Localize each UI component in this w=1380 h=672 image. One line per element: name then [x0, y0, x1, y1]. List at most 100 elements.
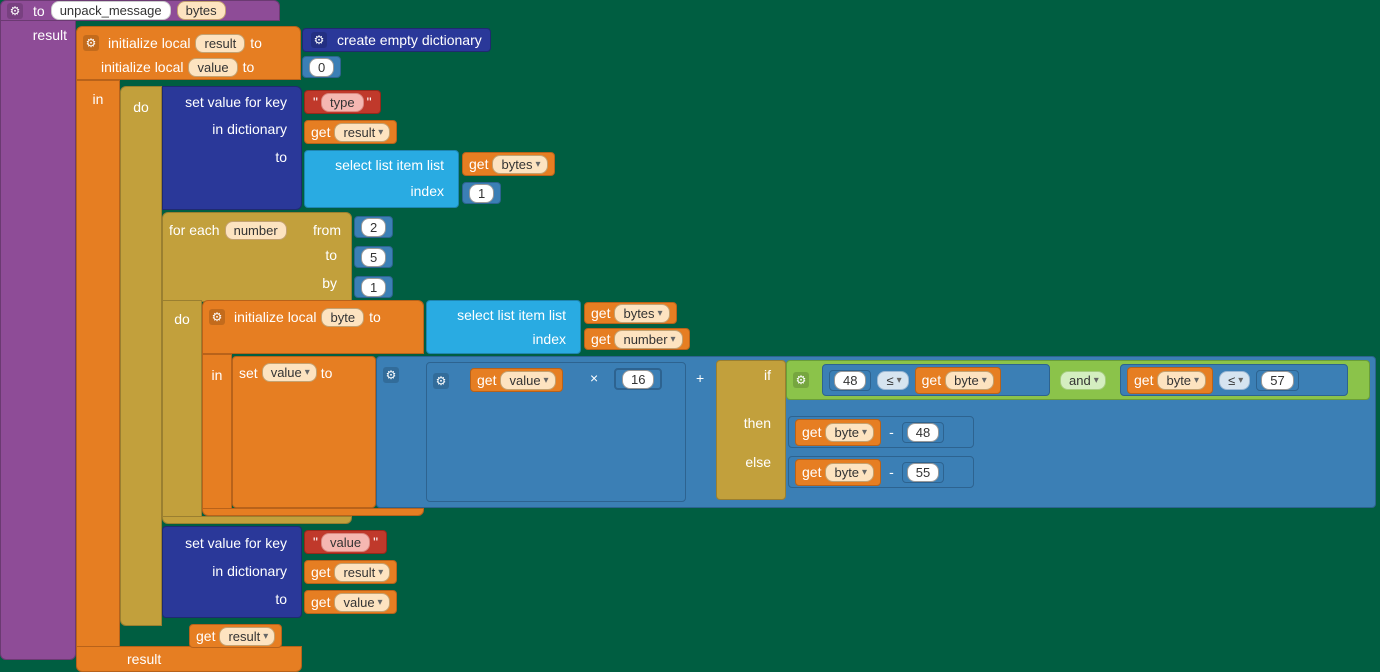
get-label: get [311, 124, 330, 140]
to-label2: to [243, 59, 255, 75]
num-1[interactable]: 1 [462, 182, 501, 204]
plus-sym: + [696, 370, 704, 386]
set-key-value[interactable]: set value for key in dictionary to [162, 526, 302, 618]
get-label: get [591, 305, 610, 321]
set-value[interactable]: set value to [232, 356, 376, 508]
minus2: - [889, 464, 894, 480]
create-dict-label: create empty dictionary [337, 32, 482, 48]
gear-icon[interactable] [793, 372, 809, 388]
from-label: from [313, 222, 345, 238]
result-dd2[interactable]: result [334, 563, 390, 582]
foreach-header[interactable]: for each number from to by [162, 212, 352, 302]
cmp-left[interactable]: 48 ≤ getbyte [822, 364, 1050, 396]
var-value[interactable]: value [188, 58, 237, 77]
n48b[interactable]: 48 [907, 423, 939, 442]
gear-icon[interactable] [7, 3, 23, 19]
init-local-block[interactable]: initialize local result to initialize lo… [76, 26, 301, 80]
string-value[interactable]: " value " [304, 530, 387, 554]
to-label: to [250, 35, 262, 51]
get-value-2[interactable]: get value [304, 590, 397, 614]
value-dd3[interactable]: value [334, 593, 389, 612]
value-dd2[interactable]: value [500, 371, 555, 390]
byte-var[interactable]: byte [321, 308, 364, 327]
result-dd[interactable]: result [334, 123, 390, 142]
arg-bytes[interactable]: bytes [177, 1, 226, 20]
string-type[interactable]: " type " [304, 90, 381, 114]
get-result-1[interactable]: get result [304, 120, 397, 144]
number-dd[interactable]: number [614, 330, 682, 349]
bytes-dd[interactable]: bytes [492, 155, 547, 174]
init-byte[interactable]: initialize local byte to [202, 300, 424, 354]
gear-icon[interactable] [311, 32, 327, 48]
to-label-f: to [169, 587, 295, 615]
do-label2: do [174, 311, 190, 327]
gear-icon[interactable] [83, 35, 99, 51]
indict-label2: in dictionary [169, 559, 295, 587]
value-text[interactable]: value [321, 533, 370, 552]
to-label: to [169, 145, 295, 201]
then-expr[interactable]: getbyte - 48 [788, 416, 974, 448]
sixteen[interactable]: 16 [622, 370, 654, 389]
num-16[interactable]: 16 [614, 368, 662, 390]
num-2[interactable]: 2 [354, 216, 393, 238]
setto-label: to [321, 365, 333, 381]
set-label: set [239, 365, 258, 381]
get-byte-c[interactable]: getbyte [795, 419, 881, 446]
result-dd[interactable]: result [219, 627, 275, 646]
init-local-label2: initialize local [101, 59, 183, 75]
select-label2: select list item list [433, 304, 574, 328]
two[interactable]: 2 [361, 218, 386, 237]
get-byte-b[interactable]: getbyte [1127, 367, 1213, 394]
gear-icon[interactable] [433, 373, 449, 389]
times-sym: × [590, 370, 598, 386]
get-byte-d[interactable]: getbyte [795, 459, 881, 486]
lte-dd2[interactable]: ≤ [1219, 371, 1250, 390]
get-bytes-2[interactable]: get bytes [584, 302, 677, 324]
select-list-2[interactable]: select list item list index [426, 300, 581, 354]
cmp-right[interactable]: getbyte ≤ 57 [1120, 364, 1348, 396]
set-key-type[interactable]: set value for key in dictionary to [162, 86, 302, 210]
five[interactable]: 5 [361, 248, 386, 267]
get-result-final[interactable]: get result [189, 624, 282, 648]
lte-dd[interactable]: ≤ [877, 371, 908, 390]
to-label: to [369, 309, 381, 325]
type-text[interactable]: type [321, 93, 364, 112]
num-zero[interactable]: 0 [302, 56, 341, 78]
get-bytes-1[interactable]: get bytes [462, 152, 555, 176]
and-label: and [1060, 371, 1106, 390]
to-label: to [33, 3, 45, 19]
get-number[interactable]: get number [584, 328, 690, 350]
proc-header[interactable]: to unpack_message bytes [0, 0, 280, 21]
one-b[interactable]: 1 [361, 278, 386, 297]
get-value[interactable]: get value [470, 368, 563, 392]
index-label2: index [433, 328, 574, 352]
n57[interactable]: 57 [1261, 371, 1293, 390]
create-dict[interactable]: create empty dictionary [302, 28, 491, 52]
number-var[interactable]: number [225, 221, 287, 240]
var-result[interactable]: result [195, 34, 245, 53]
value-dd[interactable]: value [262, 363, 317, 382]
in-label2: in [212, 367, 223, 383]
select-list-1[interactable]: select list item list index [304, 150, 459, 208]
else-expr[interactable]: getbyte - 55 [788, 456, 974, 488]
if-block[interactable]: if then else [716, 360, 786, 500]
gear-icon[interactable] [383, 367, 399, 383]
gear-icon[interactable] [209, 309, 225, 325]
one[interactable]: 1 [469, 184, 494, 203]
num-5[interactable]: 5 [354, 246, 393, 268]
n55[interactable]: 55 [907, 463, 939, 482]
zero[interactable]: 0 [309, 58, 334, 77]
do-sidebar: do [120, 86, 162, 626]
bytes-dd2[interactable]: bytes [614, 304, 669, 323]
n48a[interactable]: 48 [834, 371, 866, 390]
inner-foot [202, 508, 424, 516]
inner-in: in [202, 354, 232, 514]
init-local-label: initialize local [108, 35, 190, 51]
in-label: in [93, 91, 104, 107]
result-row: result [76, 646, 302, 672]
num-1b[interactable]: 1 [354, 276, 393, 298]
get-byte-a[interactable]: getbyte [915, 367, 1001, 394]
proc-name[interactable]: unpack_message [51, 1, 171, 20]
foreach-label: for each [169, 222, 220, 238]
get-result-2[interactable]: get result [304, 560, 397, 584]
